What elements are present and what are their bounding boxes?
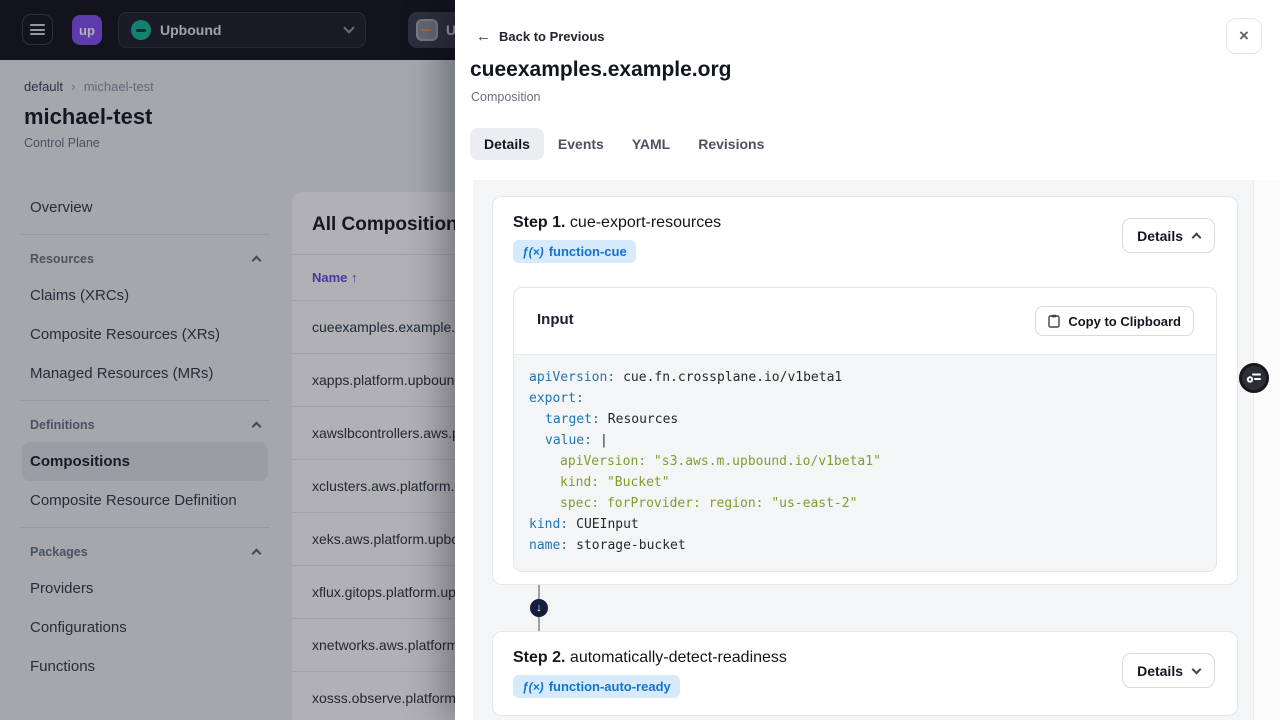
yaml-value: | (599, 433, 608, 448)
step-2-card: Step 2. automatically-detect-readiness ƒ… (492, 631, 1238, 716)
screen: up Upbound U default › michael-test mich… (0, 0, 1280, 720)
clipboard-icon (1048, 314, 1061, 328)
yaml-value: storage-bucket (576, 538, 686, 553)
chevron-up-icon (1191, 232, 1202, 242)
yaml-code-block[interactable]: apiVersion: cue.fn.crossplane.io/v1beta1 … (514, 354, 1216, 571)
step-1-label: Step 1. (513, 214, 566, 231)
back-arrow-icon: ← (476, 28, 491, 45)
close-button[interactable]: × (1226, 18, 1262, 54)
input-card-header: Input Copy to Clipboard (514, 288, 1216, 354)
yaml-string-line: kind: "Bucket" (560, 475, 670, 490)
yaml-key: export: (529, 391, 584, 406)
function-badge[interactable]: ƒ(×) function-cue (513, 240, 636, 263)
down-arrow-icon: ↓ (536, 602, 542, 614)
tab-details[interactable]: Details (470, 128, 544, 160)
step-1-name: cue-export-resources (569, 214, 722, 231)
feedback-widget-button[interactable] (1239, 363, 1269, 393)
details-button-label: Details (1137, 662, 1183, 679)
back-to-previous-link[interactable]: ← Back to Previous (476, 28, 605, 45)
yaml-value: Resources (607, 412, 679, 427)
step-1-details-button[interactable]: Details (1122, 218, 1215, 253)
step-2-details-button[interactable]: Details (1122, 653, 1215, 688)
panel-scrollbar-track[interactable] (1253, 180, 1280, 720)
pipeline-arrow-icon: ↓ (530, 599, 548, 617)
chevron-down-icon (1191, 664, 1202, 674)
tab-revisions[interactable]: Revisions (684, 128, 778, 160)
details-button-label: Details (1137, 227, 1183, 244)
panel-title: cueexamples.example.org (470, 58, 732, 81)
function-badge-label: function-auto-ready (548, 679, 671, 694)
copy-to-clipboard-button[interactable]: Copy to Clipboard (1035, 306, 1194, 336)
step-2-name: automatically-detect-readiness (569, 649, 787, 666)
yaml-key: apiVersion: (529, 370, 616, 385)
step-1-card: Step 1. cue-export-resources ƒ(×) functi… (492, 196, 1238, 585)
close-icon: × (1239, 26, 1249, 45)
step-2-label: Step 2. (513, 649, 566, 666)
tab-events[interactable]: Events (544, 128, 618, 160)
function-badge-label: function-cue (548, 244, 627, 259)
pipeline-steps-area: Step 1. cue-export-resources ƒ(×) functi… (473, 180, 1253, 720)
yaml-key: value: (545, 433, 592, 448)
yaml-key: kind: (529, 517, 569, 532)
composition-detail-panel: ← Back to Previous × cueexamples.example… (455, 0, 1280, 720)
input-title: Input (537, 311, 574, 328)
function-icon: ƒ(×) (522, 244, 544, 259)
feedback-icon (1246, 373, 1261, 383)
yaml-string-line: spec: forProvider: region: "us-east-2" (560, 496, 858, 511)
input-card: Input Copy to Clipboard apiVersion: cue.f… (513, 287, 1217, 572)
copy-button-label: Copy to Clipboard (1068, 313, 1181, 329)
tab-yaml[interactable]: YAML (618, 128, 684, 160)
yaml-key: target: (545, 412, 600, 427)
function-icon: ƒ(×) (522, 679, 544, 694)
function-badge[interactable]: ƒ(×) function-auto-ready (513, 675, 680, 698)
yaml-value: CUEInput (576, 517, 639, 532)
panel-subtitle: Composition (471, 90, 541, 104)
yaml-value: cue.fn.crossplane.io/v1beta1 (623, 370, 843, 385)
back-to-previous-label: Back to Previous (499, 29, 605, 44)
panel-tabs: Details Events YAML Revisions (470, 128, 778, 160)
yaml-key: name: (529, 538, 569, 553)
yaml-string-line: apiVersion: "s3.aws.m.upbound.io/v1beta1… (560, 454, 881, 469)
